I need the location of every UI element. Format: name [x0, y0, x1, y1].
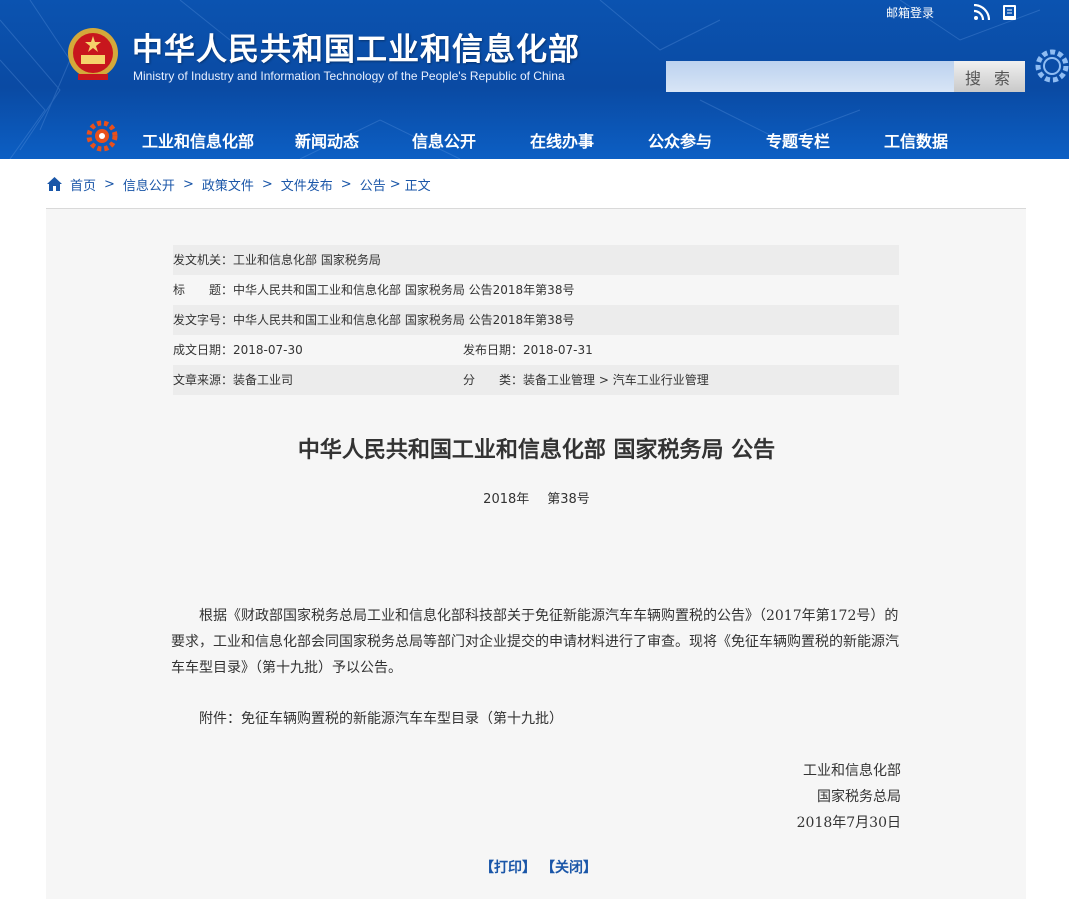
created-label: 成文日期：	[173, 343, 234, 357]
breadcrumb: 首页 > 信息公开 > 政策文件 > 文件发布 > 公告 > 正文	[47, 174, 431, 194]
document-actions: 【打印】 【关闭】	[480, 857, 597, 877]
nav-item-special-topics[interactable]: 专题专栏	[766, 128, 830, 152]
gear-icon	[1035, 49, 1069, 83]
meta-row-source: 文章来源：装备工业司 分 类：装备工业管理 > 汽车工业行业管理	[173, 365, 899, 395]
issuer-label: 发文机关：	[173, 253, 234, 267]
close-button[interactable]: 【关闭】	[548, 860, 597, 876]
signer-miit: 工业和信息化部	[803, 763, 901, 779]
nav-item-news[interactable]: 新闻动态	[295, 128, 359, 152]
source-value: 装备工业司	[233, 373, 294, 387]
breadcrumb-separator: >	[104, 176, 115, 192]
title-label: 标 题：	[173, 283, 234, 297]
breadcrumb-announcement[interactable]: 公告	[360, 175, 386, 194]
mobile-icon[interactable]	[1001, 4, 1018, 21]
breadcrumb-policy-files[interactable]: 政策文件	[202, 175, 254, 194]
docno-label: 发文字号：	[173, 313, 234, 327]
search-input[interactable]	[666, 61, 954, 92]
created-value: 2018-07-30	[233, 343, 303, 357]
nav-item-data[interactable]: 工信数据	[884, 128, 948, 152]
print-button[interactable]: 【打印】	[480, 860, 536, 876]
breadcrumb-home[interactable]: 首页	[70, 175, 96, 194]
site-header: 中华人民共和国工业和信息化部 Ministry of Industry and …	[0, 0, 1069, 159]
nav-item-public-participation[interactable]: 公众参与	[648, 128, 712, 152]
meta-row-dates: 成文日期：2018-07-30 发布日期：2018-07-31	[173, 335, 899, 365]
document-number: 2018年 第38号	[170, 488, 903, 507]
document-issue: 第38号	[547, 492, 590, 507]
document-body: 根据《财政部国家税务总局工业和信息化部科技部关于免征新能源汽车车辆购置税的公告》…	[171, 608, 899, 676]
main-nav: 工业和信息化部 新闻动态 信息公开 在线办事 公众参与 专题专栏 工信数据	[0, 125, 1069, 153]
meta-row-docno: 发文字号：中华人民共和国工业和信息化部 国家税务局 公告2018年第38号	[173, 305, 899, 335]
home-icon[interactable]	[47, 177, 62, 191]
signer-tax-bureau: 国家税务总局	[817, 789, 901, 805]
published-label: 发布日期：	[463, 343, 524, 357]
nav-item-online-service[interactable]: 在线办事	[530, 128, 594, 152]
signing-date: 2018年7月30日	[796, 815, 901, 831]
published-value: 2018-07-31	[523, 343, 593, 357]
docno-value: 中华人民共和国工业和信息化部 国家税务局 公告2018年第38号	[233, 313, 575, 327]
breadcrumb-separator: >	[340, 176, 352, 192]
category-label: 分 类：	[463, 373, 524, 387]
document-year: 2018年	[483, 492, 530, 507]
issuer-value: 工业和信息化部 国家税务局	[233, 253, 381, 267]
document-attachment: 附件：免征车辆购置税的新能源汽车车型目录（第十九批）	[199, 711, 563, 727]
meta-row-issuer: 发文机关：工业和信息化部 国家税务局	[173, 245, 899, 275]
breadcrumb-info-disclosure[interactable]: 信息公开	[123, 175, 175, 194]
breadcrumb-separator: >	[261, 176, 273, 192]
document-metadata: 发文机关：工业和信息化部 国家税务局 标 题：中华人民共和国工业和信息化部 国家…	[173, 245, 899, 395]
breadcrumb-file-release[interactable]: 文件发布	[281, 175, 333, 194]
document-title: 中华人民共和国工业和信息化部 国家税务局 公告	[297, 438, 776, 463]
nav-item-miit[interactable]: 工业和信息化部	[142, 128, 254, 152]
national-emblem-icon	[68, 28, 118, 80]
rss-icon[interactable]	[973, 4, 990, 21]
mail-login-link[interactable]: 邮箱登录	[886, 4, 934, 22]
title-value: 中华人民共和国工业和信息化部 国家税务局 公告2018年第38号	[233, 283, 575, 297]
breadcrumb-separator: >	[389, 176, 401, 192]
category-value: 装备工业管理 > 汽车工业行业管理	[523, 373, 709, 387]
meta-row-title: 标 题：中华人民共和国工业和信息化部 国家税务局 公告2018年第38号	[173, 275, 899, 305]
search-button[interactable]: 搜 索	[954, 61, 1025, 92]
breadcrumb-current: 正文	[404, 178, 431, 194]
nav-item-info-disclosure[interactable]: 信息公开	[412, 128, 476, 152]
breadcrumb-separator: >	[182, 176, 194, 192]
source-label: 文章来源：	[173, 373, 234, 387]
site-title: 中华人民共和国工业和信息化部	[132, 32, 580, 68]
site-subtitle: Ministry of Industry and Information Tec…	[133, 69, 565, 83]
